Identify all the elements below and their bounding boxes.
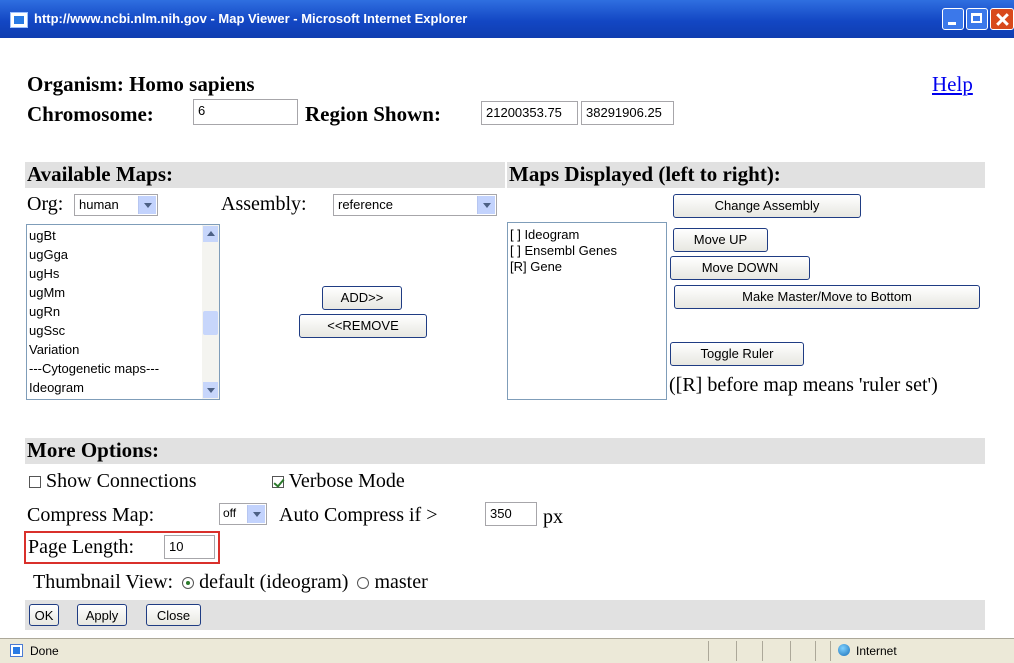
page-done-icon xyxy=(10,644,23,657)
make-master-button[interactable]: Make Master/Move to Bottom xyxy=(674,285,980,309)
auto-compress-input[interactable]: 350 xyxy=(485,502,537,526)
thumbnail-master-label: master xyxy=(374,571,428,593)
list-scrollbar[interactable] xyxy=(202,225,219,399)
move-down-button[interactable]: Move DOWN xyxy=(670,256,810,280)
ie-page-icon xyxy=(10,12,28,28)
status-bar: Done Internet xyxy=(0,638,1014,663)
close-icon[interactable] xyxy=(990,8,1014,30)
list-item[interactable]: ugGga xyxy=(27,245,219,264)
list-item[interactable]: [ ] Ensembl Genes xyxy=(508,243,666,259)
scroll-down-icon[interactable] xyxy=(203,382,218,398)
chromosome-input[interactable]: 6 xyxy=(193,99,298,125)
thumbnail-default-radio[interactable] xyxy=(182,577,195,590)
list-item[interactable]: ugHs xyxy=(27,264,219,283)
verbose-mode-label: Verbose Mode xyxy=(288,470,405,492)
list-item[interactable]: Ideogram xyxy=(27,378,219,397)
chromosome-label: Chromosome: xyxy=(27,102,154,126)
more-options-band xyxy=(25,438,985,464)
compress-select[interactable]: off xyxy=(219,503,267,525)
scroll-thumb[interactable] xyxy=(203,311,218,335)
more-options-heading: More Options: xyxy=(27,438,160,462)
add-button[interactable]: ADD>> xyxy=(322,286,402,310)
list-item[interactable]: Variation xyxy=(27,340,219,359)
page-length-label: Page Length: xyxy=(28,536,135,558)
list-item[interactable]: [ ] Ideogram xyxy=(508,227,666,243)
maps-displayed-heading: Maps Displayed (left to right): xyxy=(509,162,781,186)
org-select-value: human xyxy=(79,197,119,212)
compress-label: Compress Map: xyxy=(27,504,155,526)
show-connections-checkbox[interactable] xyxy=(29,476,41,489)
list-item[interactable]: ugBt xyxy=(27,226,219,245)
thumbnail-default-label: default (ideogram) xyxy=(199,571,349,593)
auto-compress-label: Auto Compress if > xyxy=(279,504,438,526)
region-label: Region Shown: xyxy=(305,102,441,126)
chevron-down-icon[interactable] xyxy=(247,505,265,523)
thumbnail-label: Thumbnail View: xyxy=(33,571,174,593)
chevron-down-icon[interactable] xyxy=(477,196,495,214)
assembly-select[interactable]: reference xyxy=(333,194,497,216)
window-titlebar[interactable]: http://www.ncbi.nlm.nih.gov - Map Viewer… xyxy=(0,0,1014,38)
toggle-ruler-button[interactable]: Toggle Ruler xyxy=(670,342,804,366)
move-up-button[interactable]: Move UP xyxy=(673,228,768,252)
maps-displayed-list[interactable]: [ ] Ideogram [ ] Ensembl Genes [R] Gene xyxy=(507,222,667,400)
assembly-select-value: reference xyxy=(338,197,393,212)
compress-select-value: off xyxy=(223,506,237,520)
zone-text: Internet xyxy=(856,644,897,658)
status-text: Done xyxy=(30,644,59,658)
page-length-input[interactable]: 10 xyxy=(164,535,215,559)
org-select[interactable]: human xyxy=(74,194,158,216)
list-item[interactable]: ugMm xyxy=(27,283,219,302)
organism-heading: Organism: Homo sapiens xyxy=(27,72,255,96)
assembly-label: Assembly: xyxy=(221,193,307,215)
region-start-input[interactable]: 21200353.75 xyxy=(481,101,578,125)
list-item[interactable]: ugRn xyxy=(27,302,219,321)
internet-zone-icon xyxy=(838,644,850,656)
region-end-input[interactable]: 38291906.25 xyxy=(581,101,674,125)
thumbnail-master-radio[interactable] xyxy=(357,577,370,590)
ruler-note: ([R] before map means 'ruler set') xyxy=(669,374,938,396)
show-connections-row[interactable]: Show Connections xyxy=(29,470,197,493)
verbose-mode-row[interactable]: Verbose Mode xyxy=(272,470,405,493)
ok-button[interactable]: OK xyxy=(29,604,59,626)
apply-button[interactable]: Apply xyxy=(77,604,127,626)
minimize-icon[interactable] xyxy=(942,8,964,30)
remove-button[interactable]: <<REMOVE xyxy=(299,314,427,338)
available-maps-list[interactable]: ugBt ugGga ugHs ugMm ugRn ugSsc Variatio… xyxy=(26,224,220,400)
auto-compress-unit: px xyxy=(543,506,563,528)
list-item[interactable]: ---Cytogenetic maps--- xyxy=(27,359,219,378)
window-title: http://www.ncbi.nlm.nih.gov - Map Viewer… xyxy=(34,11,468,26)
maximize-icon[interactable] xyxy=(966,8,988,30)
chevron-down-icon[interactable] xyxy=(138,196,156,214)
scroll-up-icon[interactable] xyxy=(203,226,218,242)
thumbnail-row: Thumbnail View: default (ideogram) maste… xyxy=(33,571,428,594)
available-maps-heading: Available Maps: xyxy=(27,162,174,186)
help-link[interactable]: Help xyxy=(932,72,973,97)
change-assembly-button[interactable]: Change Assembly xyxy=(673,194,861,218)
org-label: Org: xyxy=(27,193,64,215)
verbose-mode-checkbox[interactable] xyxy=(272,476,284,489)
list-item[interactable]: [R] Gene xyxy=(508,259,666,275)
close-button[interactable]: Close xyxy=(146,604,201,626)
show-connections-label: Show Connections xyxy=(46,470,197,492)
list-item[interactable]: ugSsc xyxy=(27,321,219,340)
